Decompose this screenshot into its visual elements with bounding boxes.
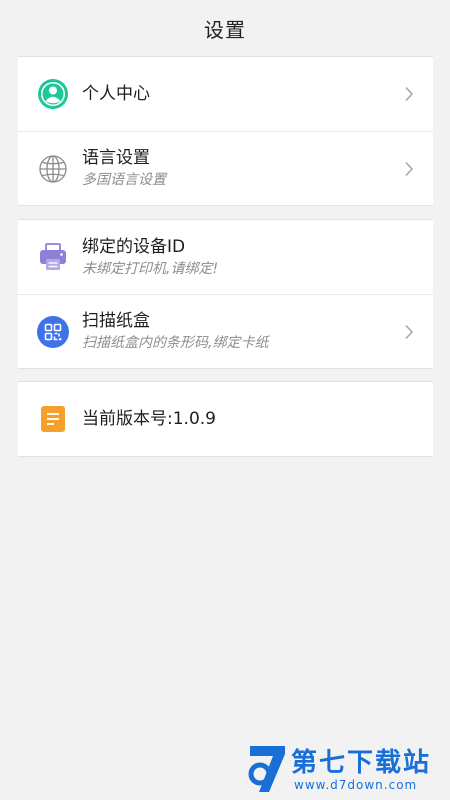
scan-box-texts: 扫描纸盒 扫描纸盒内的条形码,绑定卡纸 <box>82 310 401 353</box>
settings-page: 设置 个人中心 语言设置 多国语言设置 绑定的设备ID 未绑定打印机,请绑定! … <box>0 0 450 800</box>
settings-group-account: 个人中心 语言设置 多国语言设置 <box>18 56 433 206</box>
language-settings-texts: 语言设置 多国语言设置 <box>82 147 401 190</box>
settings-group-about: 当前版本号:1.0.9 <box>18 381 433 457</box>
scan-box-item[interactable]: 扫描纸盒 扫描纸盒内的条形码,绑定卡纸 <box>18 294 433 368</box>
chevron-right-icon <box>401 159 417 179</box>
settings-group-device: 绑定的设备ID 未绑定打印机,请绑定! 扫描纸盒 扫描纸盒内的条形码,绑定卡纸 <box>18 219 433 369</box>
language-settings-subtitle: 多国语言设置 <box>82 172 166 188</box>
watermark-logo-icon <box>247 742 289 800</box>
person-circle-icon <box>37 78 69 110</box>
printer-icon <box>37 241 69 273</box>
watermark-url: www.d7down.com <box>294 778 418 792</box>
qr-scan-icon <box>37 315 69 348</box>
scan-box-label: 扫描纸盒 <box>82 311 150 331</box>
bound-device-texts: 绑定的设备ID 未绑定打印机,请绑定! <box>82 236 417 279</box>
page-title: 设置 <box>204 17 246 42</box>
language-settings-label: 语言设置 <box>82 148 150 168</box>
watermark: 第七下载站 www.d7down.com <box>247 742 442 798</box>
personal-center-texts: 个人中心 <box>82 83 401 105</box>
scan-box-subtitle: 扫描纸盒内的条形码,绑定卡纸 <box>82 335 269 351</box>
personal-center-item[interactable]: 个人中心 <box>18 57 433 131</box>
globe-icon <box>37 153 69 185</box>
bound-device-label: 绑定的设备ID <box>82 236 186 257</box>
watermark-name: 第七下载站 <box>291 748 432 778</box>
chevron-right-icon <box>401 322 417 342</box>
version-item: 当前版本号:1.0.9 <box>18 382 433 456</box>
chevron-right-icon <box>401 84 417 104</box>
title-bar: 设置 <box>0 0 450 56</box>
document-icon <box>37 403 69 435</box>
bound-device-item[interactable]: 绑定的设备ID 未绑定打印机,请绑定! <box>18 220 433 294</box>
bound-device-status: 未绑定打印机,请绑定! <box>82 260 219 277</box>
version-texts: 当前版本号:1.0.9 <box>82 408 417 430</box>
language-settings-item[interactable]: 语言设置 多国语言设置 <box>18 131 433 205</box>
personal-center-label: 个人中心 <box>82 84 150 104</box>
version-label: 当前版本号:1.0.9 <box>82 409 216 429</box>
